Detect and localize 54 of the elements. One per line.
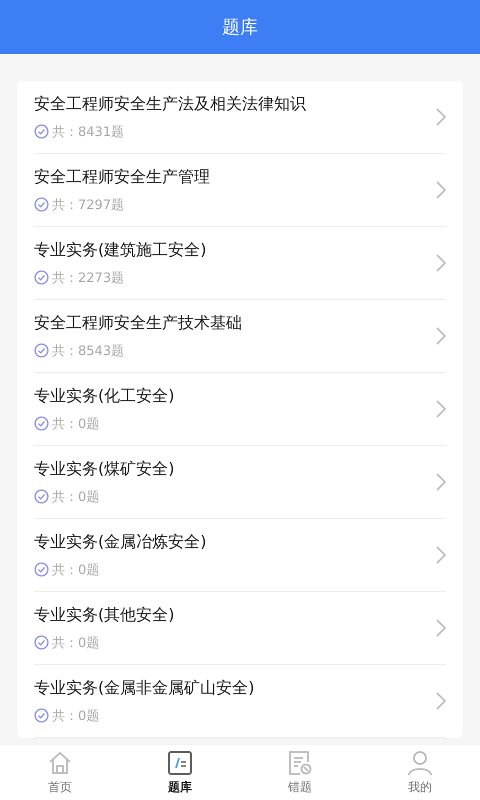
chevron-right-icon [436, 327, 446, 345]
chevron-right-icon [436, 692, 446, 710]
chevron-right-icon [436, 254, 446, 272]
item-title: 专业实务(金属冶炼安全) [34, 532, 208, 552]
item-title: 专业实务(煤矿安全) [34, 458, 176, 480]
chevron-right-icon [436, 473, 446, 491]
list-item[interactable]: 专业实务(金属冶炼安全) 共：0题 [34, 519, 446, 592]
question-count: 共：0题 [52, 708, 100, 724]
check-circle-icon [34, 343, 49, 358]
tab[interactable]: 首页 [0, 745, 120, 800]
item-title: 专业实务(其他安全) [34, 604, 176, 626]
tab[interactable]: 错题 [240, 745, 360, 800]
tab[interactable]: 我的 [360, 745, 480, 800]
item-title: 专业实务(化工安全) [34, 386, 176, 406]
item-title: 安全工程师安全生产技术基础 [34, 312, 243, 334]
question-count: 共：0题 [52, 634, 100, 652]
item-title: 专业实务(金属非金属矿山安全) [34, 678, 256, 698]
list-item[interactable]: 安全工程师安全生产法及相关法律知识 共：8431题 [34, 81, 446, 154]
check-circle-icon [34, 124, 49, 139]
item-title: 安全工程师安全生产法及相关法律知识 [34, 94, 307, 114]
edit-note-icon [167, 750, 193, 776]
chevron-right-icon [436, 108, 446, 126]
check-circle-icon [34, 489, 49, 504]
question-count: 共：0题 [52, 488, 100, 506]
check-circle-icon [34, 197, 49, 212]
question-count: 共：7297题 [52, 196, 124, 214]
item-title: 安全工程师安全生产管理 [34, 166, 211, 188]
item-title: 专业实务(建筑施工安全) [34, 240, 208, 260]
list-item[interactable]: 专业实务(建筑施工安全) 共：2273题 [34, 227, 446, 300]
document-icon [287, 750, 313, 776]
page-title: 题库 [222, 16, 258, 39]
chevron-right-icon [436, 181, 446, 199]
list-item[interactable]: 专业实务(煤矿安全) 共：0题 [34, 446, 446, 519]
question-count: 共：0题 [52, 562, 100, 578]
list-item[interactable]: 专业实务(金属非金属矿山安全) 共：0题 [34, 665, 446, 738]
chevron-right-icon [436, 619, 446, 637]
check-circle-icon [34, 416, 49, 431]
chevron-right-icon [436, 400, 446, 418]
check-circle-icon [34, 270, 49, 285]
question-count: 共：2273题 [52, 270, 124, 286]
check-circle-icon [34, 562, 49, 577]
list-item[interactable]: 安全工程师安全生产管理 共：7297题 [34, 154, 446, 227]
check-circle-icon [34, 635, 49, 650]
list-item[interactable]: 安全工程师安全生产技术基础 共：8543题 [34, 300, 446, 373]
question-count: 共：8431题 [52, 124, 124, 140]
chevron-right-icon [436, 546, 446, 564]
user-icon [407, 750, 433, 776]
question-count: 共：8543题 [52, 342, 124, 360]
tab[interactable]: 题库 [120, 745, 240, 800]
question-count: 共：0题 [52, 416, 100, 432]
home-icon [47, 750, 73, 776]
check-circle-icon [34, 708, 49, 723]
list-item[interactable]: 专业实务(化工安全) 共：0题 [34, 373, 446, 446]
list-item[interactable]: 专业实务(其他安全) 共：0题 [34, 592, 446, 665]
